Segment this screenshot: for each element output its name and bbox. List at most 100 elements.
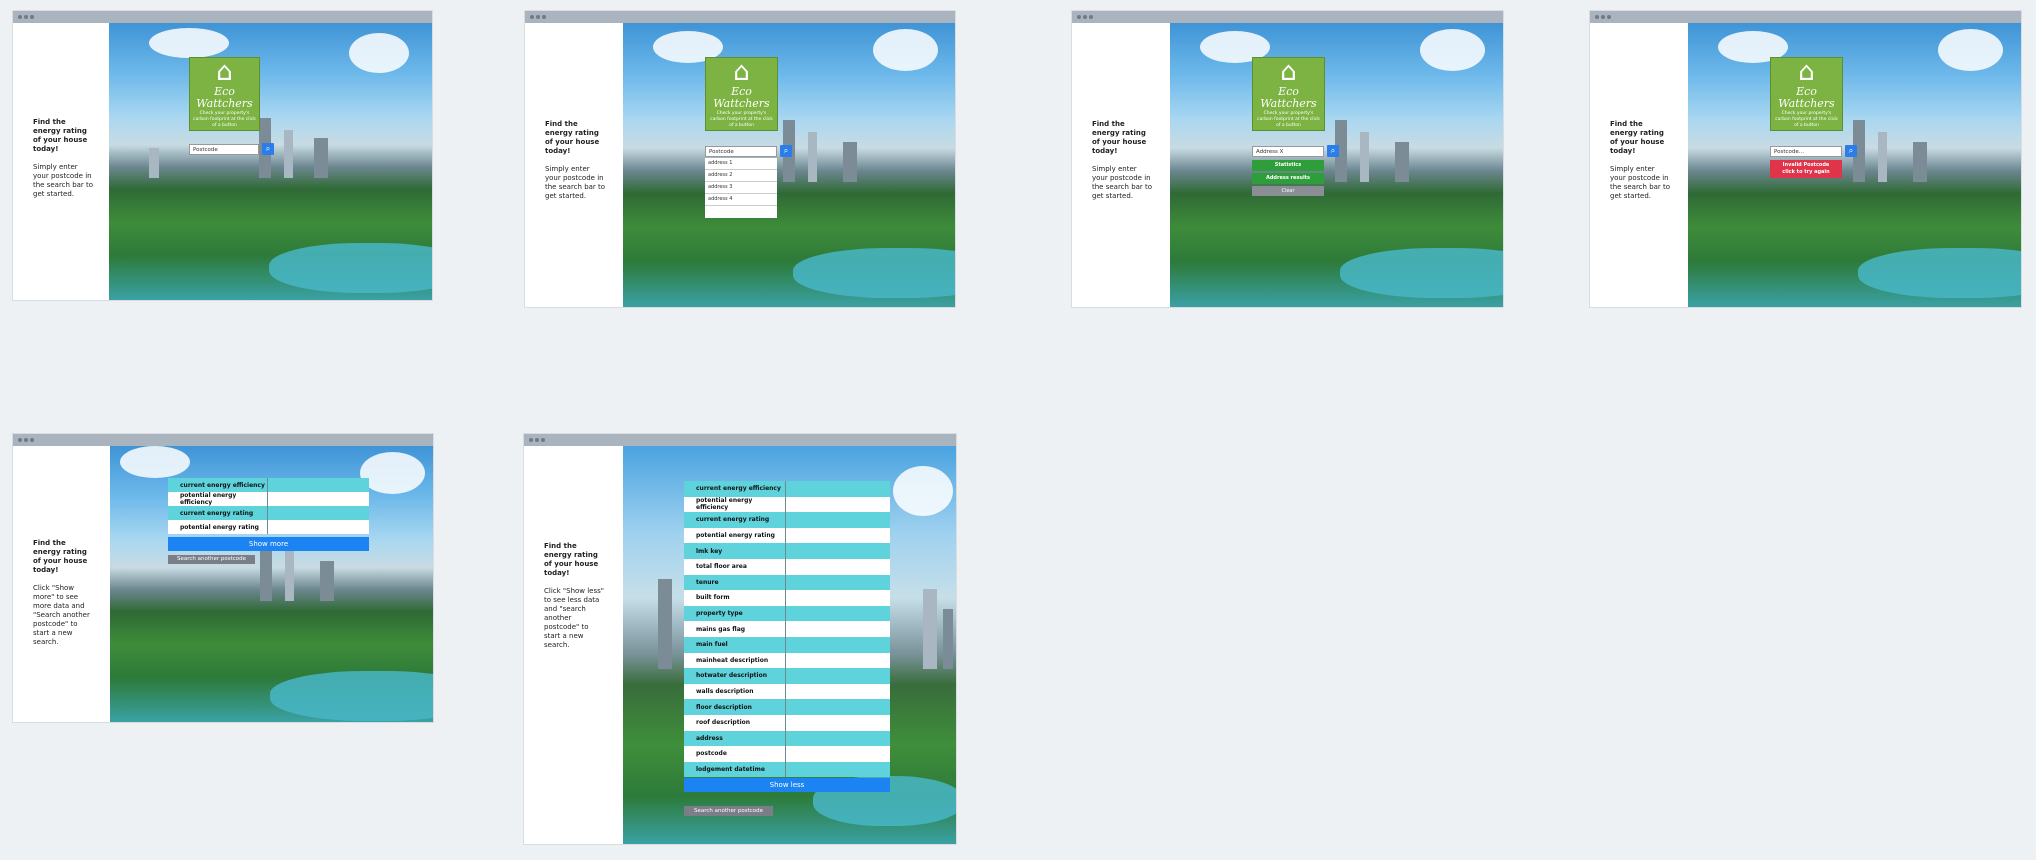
address-option[interactable]: address 2: [705, 170, 777, 182]
address-option[interactable]: address 4: [705, 194, 777, 206]
intro-text: Find the energy rating of your house tod…: [33, 539, 95, 647]
house-leaf-icon: ⌂: [216, 57, 233, 87]
logo: ⌂ Eco Wattchers Check your property's ca…: [1252, 57, 1325, 131]
row-label: roof description: [684, 714, 786, 731]
page-heading: Find the energy rating of your house tod…: [1610, 120, 1665, 155]
city-background-image: ⌂ Eco Wattchers Check your property's ca…: [1170, 23, 1503, 307]
table-row: lmk key: [684, 543, 890, 559]
intro-paragraph: Click "Show more" to see more data and "…: [33, 584, 90, 646]
page-heading: Find the energy rating of your house tod…: [33, 539, 88, 574]
table-row: postcode: [684, 746, 890, 762]
postcode-input[interactable]: Postcode...: [1770, 146, 1842, 157]
page-heading: Find the energy rating of your house tod…: [1092, 120, 1147, 155]
window-titlebar: [524, 434, 956, 446]
search-icon: ⌕: [1848, 146, 1854, 155]
error-title: Invalid Postcode: [1782, 162, 1830, 168]
intro-text: Find the energy rating of your house tod…: [545, 120, 607, 201]
logo-tagline: Check your property's carbon footprint a…: [193, 111, 256, 128]
row-label: address: [684, 730, 786, 747]
search-button[interactable]: ⌕: [1845, 145, 1857, 157]
intro-paragraph: Simply enter your postcode in the search…: [1092, 165, 1153, 200]
logo: ⌂ Eco Wattchers Check your property's ca…: [1770, 57, 1843, 131]
row-label: potential energy efficiency: [168, 492, 268, 506]
page-heading: Find the energy rating of your house tod…: [33, 118, 88, 153]
screen-address-selected: Find the energy rating of your house tod…: [1072, 11, 1503, 307]
info-sidebar: Find the energy rating of your house tod…: [525, 23, 623, 307]
table-row: current energy efficiency: [168, 478, 369, 492]
window-titlebar: [1590, 11, 2021, 23]
info-sidebar: Find the energy rating of your house tod…: [13, 23, 109, 300]
house-leaf-icon: ⌂: [1798, 57, 1815, 87]
search-icon: ⌕: [783, 146, 789, 155]
address-select[interactable]: Address X: [1252, 146, 1324, 157]
logo-name: Eco Wattchers: [713, 85, 770, 110]
intro-paragraph: Simply enter your postcode in the search…: [545, 165, 606, 200]
window-titlebar: [13, 434, 433, 446]
row-label: total floor area: [684, 558, 786, 575]
row-label: potential energy rating: [684, 527, 786, 544]
city-background-image: ⌂ Eco Wattchers Check your property's ca…: [623, 23, 955, 307]
postcode-select[interactable]: Postcode: [705, 146, 777, 157]
table-row: potential energy efficiency: [684, 496, 890, 513]
dropdown-empty-area: [705, 206, 777, 218]
city-background-image: current energy efficiency potential ener…: [110, 446, 433, 722]
search-another-postcode-button[interactable]: Search another postcode: [684, 806, 773, 816]
search-button[interactable]: ⌕: [262, 143, 274, 155]
row-label: current energy efficiency: [168, 478, 268, 492]
logo: ⌂ Eco Wattchers Check your property's ca…: [705, 57, 778, 131]
row-label: current energy efficiency: [684, 481, 786, 497]
invalid-postcode-alert[interactable]: Invalid Postcode click to try again: [1770, 160, 1842, 178]
show-less-button[interactable]: Show less: [684, 778, 890, 792]
window-titlebar: [1072, 11, 1503, 23]
intro-paragraph: Click "Show less" to see less data and "…: [544, 587, 605, 649]
logo-tagline: Check your property's carbon footprint a…: [1775, 111, 1838, 128]
window-titlebar: [525, 11, 955, 23]
address-option[interactable]: address 1: [705, 158, 777, 170]
table-row: hotwater description: [684, 668, 890, 684]
info-sidebar: Find the energy rating of your house tod…: [1590, 23, 1688, 307]
house-leaf-icon: ⌂: [1280, 57, 1297, 87]
search-icon: ⌕: [1330, 146, 1336, 155]
logo-tagline: Check your property's carbon footprint a…: [710, 111, 773, 128]
page-heading: Find the energy rating of your house tod…: [544, 542, 599, 577]
intro-text: Find the energy rating of your house tod…: [544, 542, 606, 650]
screen-results-full: Find the energy rating of your house tod…: [524, 434, 956, 844]
page-heading: Find the energy rating of your house tod…: [545, 120, 600, 155]
logo-name: Eco Wattchers: [1260, 85, 1317, 110]
row-label: potential energy efficiency: [684, 496, 786, 513]
search-button[interactable]: ⌕: [1327, 145, 1339, 157]
info-sidebar: Find the energy rating of your house tod…: [524, 446, 623, 844]
intro-paragraph: Simply enter your postcode in the search…: [1610, 165, 1671, 200]
logo: ⌂ Eco Wattchers Check your property's ca…: [189, 57, 260, 131]
results-table: current energy efficiency potential ener…: [168, 478, 369, 534]
table-row: property type: [684, 605, 890, 622]
screen-address-dropdown: Find the energy rating of your house tod…: [525, 11, 955, 307]
address-results-button[interactable]: Address results: [1252, 173, 1324, 184]
show-more-button[interactable]: Show more: [168, 537, 369, 551]
statistics-button[interactable]: Statistics: [1252, 160, 1324, 171]
table-row: roof description: [684, 714, 890, 731]
results-table: current energy efficiency potential ener…: [684, 481, 890, 778]
search-another-postcode-button[interactable]: Search another postcode: [168, 555, 255, 564]
row-label: tenure: [684, 574, 786, 591]
postcode-input[interactable]: Postcode: [189, 144, 259, 155]
intro-text: Find the energy rating of your house tod…: [1092, 120, 1154, 201]
search-icon: ⌕: [265, 144, 271, 153]
error-hint: click to try again: [1782, 169, 1830, 175]
row-label: current energy rating: [168, 506, 268, 520]
screen-invalid-postcode: Find the energy rating of your house tod…: [1590, 11, 2021, 307]
table-row: total floor area: [684, 558, 890, 575]
intro-text: Find the energy rating of your house tod…: [1610, 120, 1672, 201]
row-label: hotwater description: [684, 668, 786, 684]
search-button[interactable]: ⌕: [780, 145, 792, 157]
row-label: mains gas flag: [684, 621, 786, 637]
intro-text: Find the energy rating of your house tod…: [33, 118, 95, 199]
clear-button[interactable]: Clear: [1252, 186, 1324, 196]
address-option[interactable]: address 3: [705, 182, 777, 194]
row-label: floor description: [684, 699, 786, 715]
logo-name: Eco Wattchers: [1778, 85, 1835, 110]
row-label: mainheat description: [684, 652, 786, 669]
table-row: current energy efficiency: [684, 481, 890, 497]
house-leaf-icon: ⌂: [733, 57, 750, 87]
city-background-image: ⌂ Eco Wattchers Check your property's ca…: [109, 23, 432, 300]
